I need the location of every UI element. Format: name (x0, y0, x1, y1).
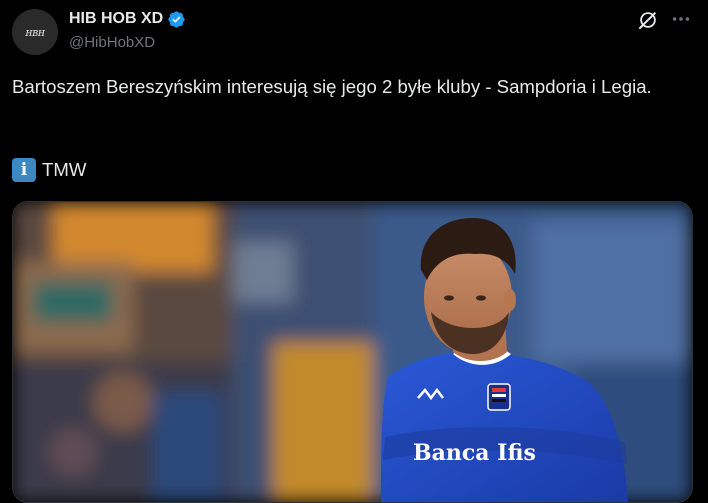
avatar[interactable]: ʜʙʜ (12, 9, 58, 55)
shirt-sponsor: Banca Ifis (413, 440, 536, 466)
tweet-photo[interactable]: Banca Ifis (12, 201, 693, 503)
more-icon[interactable] (670, 8, 692, 30)
photo-illustration: Banca Ifis (13, 202, 692, 502)
grok-icon[interactable] (637, 9, 659, 31)
source-text: TMW (42, 159, 87, 180)
author-name-row: HIB HOB XD (69, 9, 186, 29)
tweet-text: Bartoszem Bereszyńskim interesują się je… (12, 76, 652, 97)
verified-badge-icon (168, 10, 185, 28)
avatar-logo: ʜʙʜ (25, 25, 45, 39)
display-name[interactable]: HIB HOB XD (69, 10, 163, 28)
information-icon: i (12, 158, 36, 182)
source-line: i TMW (12, 158, 86, 182)
author-handle[interactable]: @HibHobXD (69, 34, 155, 51)
